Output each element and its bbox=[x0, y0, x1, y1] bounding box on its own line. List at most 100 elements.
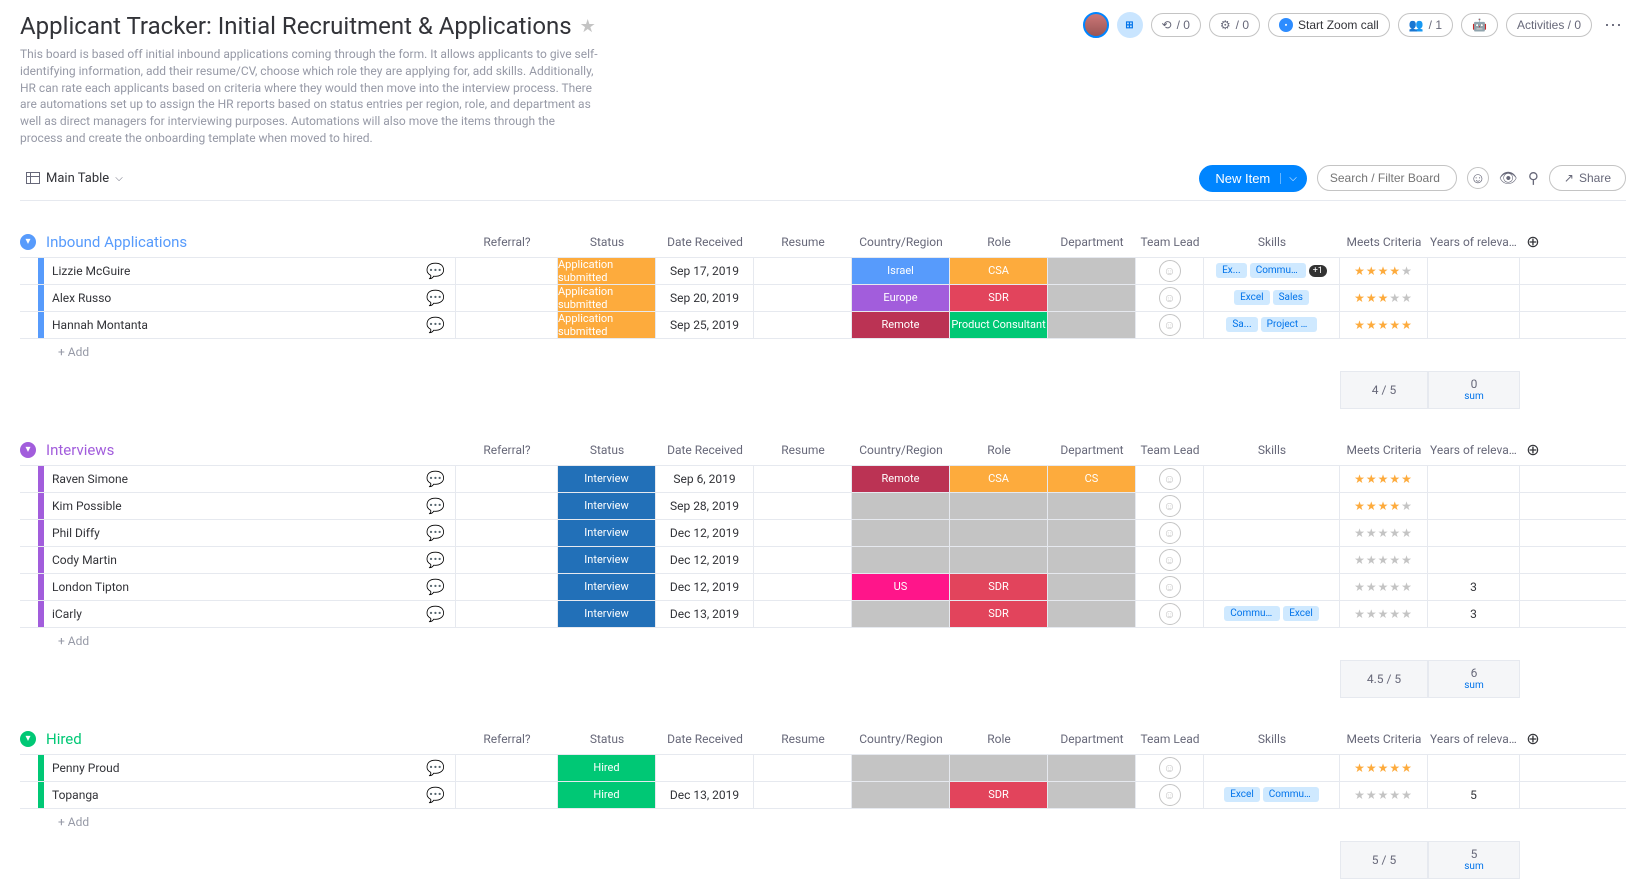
chat-icon[interactable]: 💬 bbox=[426, 262, 445, 280]
skills-cell[interactable] bbox=[1204, 493, 1340, 519]
date-cell[interactable]: Dec 12, 2019 bbox=[656, 547, 754, 573]
skills-cell[interactable] bbox=[1204, 466, 1340, 492]
empty-cell[interactable] bbox=[950, 493, 1048, 519]
years-cell[interactable] bbox=[1428, 520, 1520, 546]
date-cell[interactable]: Dec 13, 2019 bbox=[656, 782, 754, 808]
status-cell[interactable]: CSA bbox=[950, 258, 1048, 284]
status-cell[interactable]: Remote bbox=[852, 312, 950, 338]
skills-cell[interactable] bbox=[1204, 547, 1340, 573]
table-row[interactable]: London Tipton💬InterviewDec 12, 2019USSDR… bbox=[20, 573, 1626, 600]
chat-icon[interactable]: 💬 bbox=[426, 289, 445, 307]
years-cell[interactable] bbox=[1428, 285, 1520, 311]
rating-stars[interactable]: ★★★★★ bbox=[1354, 788, 1413, 802]
empty-cell[interactable] bbox=[1048, 285, 1136, 311]
status-cell[interactable]: CS bbox=[1048, 466, 1136, 492]
empty-cell[interactable] bbox=[1048, 574, 1136, 600]
years-cell[interactable]: 3 bbox=[1428, 601, 1520, 627]
item-name-cell[interactable]: Penny Proud💬 bbox=[44, 755, 456, 781]
empty-cell[interactable] bbox=[852, 782, 950, 808]
rating-stars[interactable]: ★★★★★ bbox=[1354, 607, 1413, 621]
add-item-row[interactable]: + Add bbox=[20, 808, 1626, 835]
table-row[interactable]: Alex Russo💬Application submittedSep 20, … bbox=[20, 284, 1626, 311]
rating-stars[interactable]: ★★★★★ bbox=[1354, 580, 1413, 594]
search-input[interactable] bbox=[1317, 165, 1457, 191]
referral-cell[interactable] bbox=[456, 547, 558, 573]
column-header[interactable]: Department bbox=[1048, 229, 1136, 255]
criteria-cell[interactable]: ★★★★★ bbox=[1340, 466, 1428, 492]
rating-stars[interactable]: ★★★★★ bbox=[1354, 291, 1413, 305]
chat-icon[interactable]: 💬 bbox=[426, 551, 445, 569]
team-lead-cell[interactable]: ☺ bbox=[1136, 285, 1204, 311]
date-cell[interactable]: Dec 12, 2019 bbox=[656, 574, 754, 600]
years-cell[interactable]: 5 bbox=[1428, 782, 1520, 808]
team-lead-cell[interactable]: ☺ bbox=[1136, 258, 1204, 284]
column-header[interactable]: Years of relevant w... bbox=[1428, 726, 1520, 752]
criteria-cell[interactable]: ★★★★★ bbox=[1340, 520, 1428, 546]
status-cell[interactable]: Hired bbox=[558, 755, 656, 781]
item-name-cell[interactable]: Topanga💬 bbox=[44, 782, 456, 808]
years-cell[interactable] bbox=[1428, 755, 1520, 781]
table-row[interactable]: Hannah Montanta💬Application submittedSep… bbox=[20, 311, 1626, 338]
empty-cell[interactable] bbox=[1048, 312, 1136, 338]
column-header[interactable]: Country/Region bbox=[852, 229, 950, 255]
criteria-cell[interactable]: ★★★★★ bbox=[1340, 312, 1428, 338]
table-row[interactable]: Penny Proud💬Hired☺★★★★★ bbox=[20, 754, 1626, 781]
chat-icon[interactable]: 💬 bbox=[426, 316, 445, 334]
referral-cell[interactable] bbox=[456, 782, 558, 808]
group-collapse-icon[interactable]: ▾ bbox=[20, 234, 36, 250]
empty-cell[interactable] bbox=[1048, 258, 1136, 284]
skills-cell[interactable]: ExcelCommunication bbox=[1204, 782, 1340, 808]
item-name-cell[interactable]: iCarly💬 bbox=[44, 601, 456, 627]
empty-cell[interactable] bbox=[852, 547, 950, 573]
skills-cell[interactable] bbox=[1204, 520, 1340, 546]
column-header[interactable]: Date Received bbox=[656, 229, 754, 255]
skills-cell[interactable] bbox=[1204, 574, 1340, 600]
column-header[interactable]: Role bbox=[950, 229, 1048, 255]
rating-stars[interactable]: ★★★★★ bbox=[1354, 761, 1413, 775]
status-cell[interactable]: SDR bbox=[950, 782, 1048, 808]
status-cell[interactable]: SDR bbox=[950, 601, 1048, 627]
criteria-cell[interactable]: ★★★★★ bbox=[1340, 601, 1428, 627]
start-zoom-button[interactable]: Start Zoom call bbox=[1268, 13, 1390, 37]
status-cell[interactable]: Application submitted bbox=[558, 312, 656, 338]
add-column-button[interactable]: ⊕ bbox=[1520, 440, 1546, 459]
status-cell[interactable]: Product Consultant bbox=[950, 312, 1048, 338]
hide-icon[interactable]: 👁 bbox=[1499, 169, 1518, 187]
column-header[interactable]: Date Received bbox=[656, 726, 754, 752]
group-collapse-icon[interactable]: ▾ bbox=[20, 442, 36, 458]
resume-cell[interactable] bbox=[754, 520, 852, 546]
column-header[interactable]: Department bbox=[1048, 437, 1136, 463]
empty-cell[interactable] bbox=[852, 601, 950, 627]
date-cell[interactable]: Dec 12, 2019 bbox=[656, 520, 754, 546]
team-lead-cell[interactable]: ☺ bbox=[1136, 466, 1204, 492]
favorite-star-icon[interactable]: ★ bbox=[580, 16, 596, 37]
item-name-cell[interactable]: Raven Simone💬 bbox=[44, 466, 456, 492]
referral-cell[interactable] bbox=[456, 258, 558, 284]
add-item-row[interactable]: + Add bbox=[20, 338, 1626, 365]
team-lead-cell[interactable]: ☺ bbox=[1136, 547, 1204, 573]
rating-stars[interactable]: ★★★★★ bbox=[1354, 526, 1413, 540]
column-header[interactable]: Status bbox=[558, 229, 656, 255]
column-header[interactable]: Meets Criteria bbox=[1340, 437, 1428, 463]
years-cell[interactable] bbox=[1428, 312, 1520, 338]
resume-cell[interactable] bbox=[754, 285, 852, 311]
table-row[interactable]: iCarly💬InterviewDec 13, 2019SDR☺Communic… bbox=[20, 600, 1626, 627]
referral-cell[interactable] bbox=[456, 285, 558, 311]
status-cell[interactable]: US bbox=[852, 574, 950, 600]
integration-button-2[interactable]: ⚙ / 0 bbox=[1209, 13, 1260, 37]
years-cell[interactable] bbox=[1428, 258, 1520, 284]
column-header[interactable]: Resume bbox=[754, 229, 852, 255]
empty-cell[interactable] bbox=[1048, 547, 1136, 573]
referral-cell[interactable] bbox=[456, 312, 558, 338]
empty-cell[interactable] bbox=[1048, 755, 1136, 781]
table-row[interactable]: Lizzie McGuire💬Application submittedSep … bbox=[20, 257, 1626, 284]
chat-icon[interactable]: 💬 bbox=[426, 524, 445, 542]
members-button[interactable]: 👥 / 1 bbox=[1398, 13, 1453, 37]
group-title[interactable]: Inbound Applications bbox=[46, 233, 187, 251]
empty-cell[interactable] bbox=[852, 520, 950, 546]
item-name-cell[interactable]: Alex Russo💬 bbox=[44, 285, 456, 311]
team-lead-cell[interactable]: ☺ bbox=[1136, 520, 1204, 546]
column-header[interactable]: Meets Criteria bbox=[1340, 726, 1428, 752]
criteria-cell[interactable]: ★★★★★ bbox=[1340, 547, 1428, 573]
team-lead-cell[interactable]: ☺ bbox=[1136, 782, 1204, 808]
